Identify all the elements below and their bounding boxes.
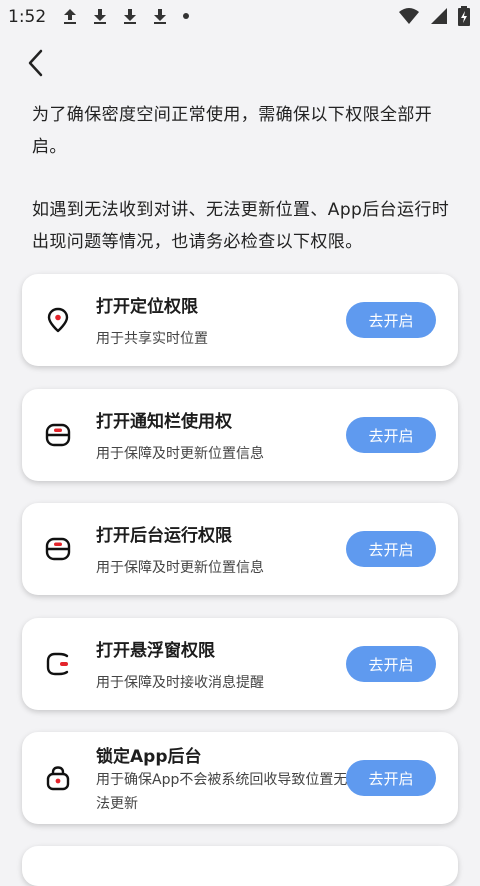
notification-icon [45, 423, 71, 447]
location-pin-icon [47, 307, 69, 333]
permission-card-partial [22, 846, 458, 886]
status-notification-icons [60, 6, 192, 26]
permission-title: 打开后台运行权限 [96, 526, 232, 546]
download-icon [94, 9, 106, 24]
permission-desc: 用于共享实时位置 [96, 331, 208, 347]
status-system-icons [398, 6, 470, 26]
floating-window-icon [46, 652, 69, 676]
permission-title: 打开悬浮窗权限 [96, 641, 215, 661]
enable-floating-window-button[interactable]: 去开启 [346, 646, 436, 682]
upload-icon [64, 9, 76, 24]
back-button[interactable] [18, 44, 54, 82]
permission-card-background-run: 打开后台运行权限 用于保障及时更新位置信息 去开启 [22, 503, 458, 595]
permission-desc: 用于保障及时更新位置信息 [96, 446, 264, 462]
battery-icon [458, 6, 470, 26]
permission-desc: 用于保障及时接收消息提醒 [96, 675, 264, 691]
permission-card-lock-app: 锁定App后台 用于确保App不会被系统回收导致位置无法更新 去开启 [22, 732, 458, 824]
intro-paragraph-2: 如遇到无法收到对讲、无法更新位置、App后台运行时出现问题等情况，也请务必检查以… [32, 200, 450, 252]
enable-location-button[interactable]: 去开启 [346, 302, 436, 338]
permission-desc: 用于确保App不会被系统回收导致位置无法更新 [96, 772, 348, 812]
permission-card-notification: 打开通知栏使用权 用于保障及时更新位置信息 去开启 [22, 389, 458, 481]
download-icon [154, 9, 166, 24]
intro-paragraph-1: 为了确保密度空间正常使用，需确保以下权限全部开启。 [32, 105, 433, 157]
lock-icon [46, 766, 70, 791]
status-bar: 1:52 [0, 0, 480, 34]
download-icon [124, 9, 136, 24]
permission-card-floating-window: 打开悬浮窗权限 用于保障及时接收消息提醒 去开启 [22, 618, 458, 710]
status-time: 1:52 [8, 7, 47, 27]
back-arrow-icon [28, 49, 43, 77]
lock-app-button[interactable]: 去开启 [346, 760, 436, 796]
permission-card-location: 打开定位权限 用于共享实时位置 去开启 [22, 274, 458, 366]
wifi-icon [399, 8, 419, 24]
permission-title: 打开通知栏使用权 [96, 412, 232, 432]
enable-background-run-button[interactable]: 去开启 [346, 531, 436, 567]
background-run-icon [45, 537, 71, 561]
enable-notification-button[interactable]: 去开启 [346, 417, 436, 453]
cellular-signal-icon [431, 8, 447, 24]
permission-title: 打开定位权限 [96, 297, 198, 317]
permission-desc: 用于保障及时更新位置信息 [96, 560, 264, 576]
permission-title: 锁定App后台 [96, 747, 202, 767]
dot-icon [183, 13, 189, 19]
